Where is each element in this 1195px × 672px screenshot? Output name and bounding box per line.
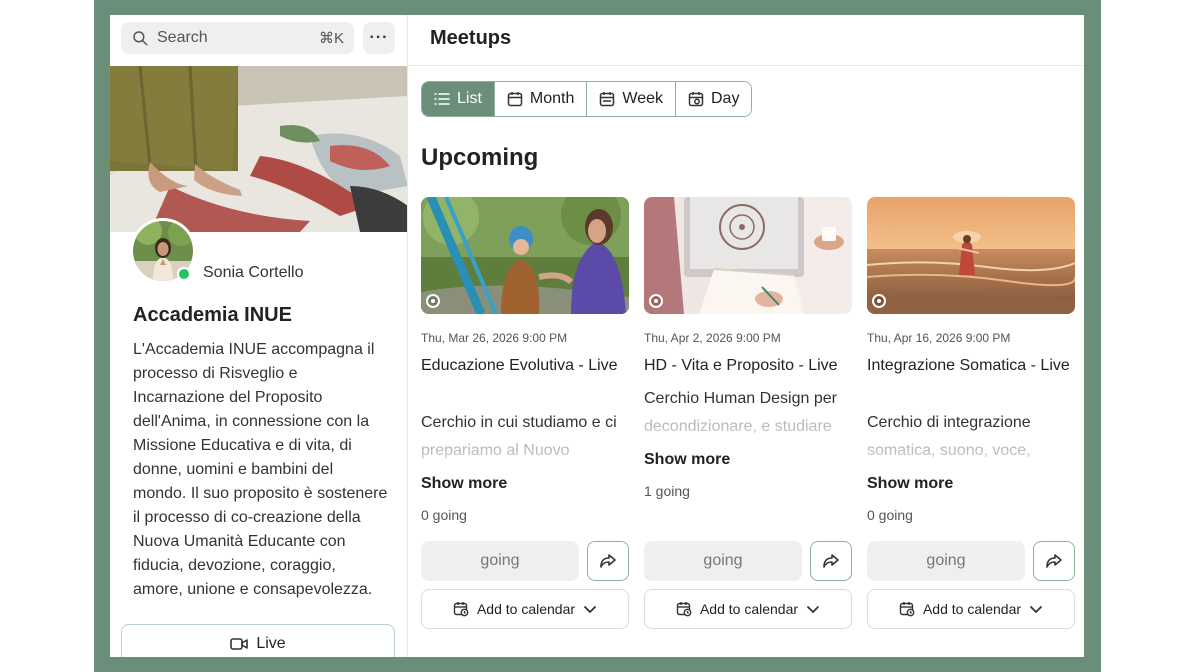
event-description: Cerchio Human Design per decondizionare,… <box>644 385 852 441</box>
event-date: Thu, Mar 26, 2026 9:00 PM <box>421 331 568 345</box>
calendar-icon <box>507 92 523 107</box>
cover-image <box>110 66 407 232</box>
top-bar: Meetups <box>408 15 1084 66</box>
share-arrow-icon <box>823 554 839 568</box>
share-button[interactable] <box>1033 541 1075 581</box>
owner-name[interactable]: Sonia Cortello <box>203 264 304 282</box>
view-switcher: List Month Week Day <box>421 81 753 117</box>
add-to-calendar-button[interactable]: Add to calendar <box>867 589 1075 629</box>
more-options-button[interactable]: ··· <box>363 22 395 54</box>
show-more-link[interactable]: Show more <box>867 475 953 493</box>
view-tab-label: Week <box>622 90 663 107</box>
event-image[interactable] <box>867 197 1075 314</box>
add-to-calendar-label: Add to calendar <box>476 601 576 617</box>
going-button[interactable]: going <box>421 541 579 581</box>
view-tab-label: Month <box>529 90 575 107</box>
share-arrow-icon <box>600 554 616 568</box>
share-button[interactable] <box>587 541 629 581</box>
event-description: Cerchio in cui studiamo e ci prepariamo … <box>421 409 629 465</box>
attendee-count: 1 going <box>644 483 690 499</box>
list-icon <box>434 93 450 105</box>
search-placeholder: Search <box>157 29 208 46</box>
share-arrow-icon <box>1046 554 1062 568</box>
event-title[interactable]: Educazione Evolutiva - Live <box>421 354 629 378</box>
calendar-week-icon <box>600 92 615 107</box>
event-card[interactable]: Thu, Apr 16, 2026 9:00 PM Integrazione S… <box>867 197 1075 637</box>
show-more-link[interactable]: Show more <box>644 451 730 469</box>
show-more-link[interactable]: Show more <box>421 475 507 493</box>
event-card[interactable]: Thu, Apr 2, 2026 9:00 PM HD - Vita e Pro… <box>644 197 852 637</box>
event-description: Cerchio di integrazione somatica, suono,… <box>867 409 1075 465</box>
video-camera-icon <box>230 638 249 650</box>
section-title-upcoming: Upcoming <box>421 144 539 171</box>
image-badge-icon <box>426 294 440 308</box>
community-title: Accademia INUE <box>133 304 292 326</box>
event-date: Thu, Apr 16, 2026 9:00 PM <box>867 331 1011 345</box>
view-tab-label: Day <box>710 90 740 107</box>
image-badge-icon <box>872 294 886 308</box>
view-tab-month[interactable]: Month <box>493 82 587 116</box>
online-status-indicator <box>177 267 191 281</box>
event-image[interactable] <box>644 197 852 314</box>
calendar-day-icon <box>688 92 704 107</box>
app-window: Search ⌘K ··· Sonia Cortello Accademia I… <box>110 15 1084 657</box>
search-bar[interactable]: Search ⌘K <box>121 22 354 54</box>
search-icon <box>133 31 148 46</box>
attendee-count: 0 going <box>421 507 467 523</box>
chevron-down-icon <box>584 606 596 614</box>
event-title[interactable]: HD - Vita e Proposito - Live <box>644 354 852 378</box>
going-button[interactable]: going <box>644 541 802 581</box>
view-tab-day[interactable]: Day <box>674 82 752 116</box>
live-button[interactable]: Live <box>121 624 395 657</box>
attendee-count: 0 going <box>867 507 913 523</box>
calendar-add-icon <box>676 602 692 617</box>
add-to-calendar-button[interactable]: Add to calendar <box>644 589 852 629</box>
event-card[interactable]: Thu, Mar 26, 2026 9:00 PM Educazione Evo… <box>421 197 629 637</box>
event-date: Thu, Apr 2, 2026 9:00 PM <box>644 331 781 345</box>
community-description: L'Accademia INUE accompagna il processo … <box>133 341 388 598</box>
add-to-calendar-label: Add to calendar <box>699 601 799 617</box>
sidebar: Search ⌘K ··· Sonia Cortello Accademia I… <box>110 15 408 657</box>
view-tab-list[interactable]: List <box>422 82 494 116</box>
live-button-label: Live <box>256 635 286 652</box>
view-tab-week[interactable]: Week <box>586 82 675 116</box>
going-button[interactable]: going <box>867 541 1025 581</box>
share-button[interactable] <box>810 541 852 581</box>
view-tab-label: List <box>457 90 482 107</box>
image-badge-icon <box>649 294 663 308</box>
page-title: Meetups <box>430 27 512 49</box>
add-to-calendar-label: Add to calendar <box>922 601 1022 617</box>
event-image[interactable] <box>421 197 629 314</box>
ellipsis-icon: ··· <box>369 29 389 46</box>
main-content: Meetups List Month Week Day Upcoming Thu… <box>408 15 1084 657</box>
chevron-down-icon <box>1030 606 1042 614</box>
calendar-add-icon <box>453 602 469 617</box>
event-title[interactable]: Integrazione Somatica - Live <box>867 354 1075 378</box>
search-shortcut: ⌘K <box>318 30 344 47</box>
calendar-add-icon <box>899 602 915 617</box>
add-to-calendar-button[interactable]: Add to calendar <box>421 589 629 629</box>
chevron-down-icon <box>807 606 819 614</box>
